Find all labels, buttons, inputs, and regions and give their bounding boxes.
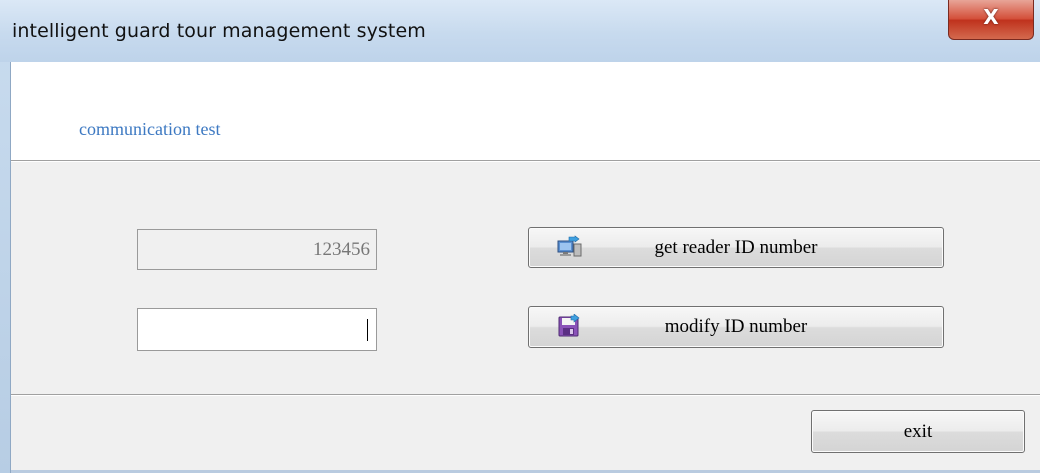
close-icon: X xyxy=(983,5,999,29)
text-caret xyxy=(367,319,368,341)
close-button[interactable]: X xyxy=(948,0,1034,40)
dialog-header: communication test xyxy=(11,62,1040,161)
new-id-input[interactable] xyxy=(137,308,377,351)
app-window: intelligent guard tour management system… xyxy=(0,0,1040,473)
exit-button[interactable]: exit xyxy=(811,410,1025,453)
get-reader-id-label: get reader ID number xyxy=(654,237,818,258)
title-bar[interactable]: intelligent guard tour management system… xyxy=(0,0,1040,62)
dialog-body: communication test 123456 get reader ID … xyxy=(10,62,1040,473)
footer-divider xyxy=(11,394,1040,396)
get-reader-id-button[interactable]: get reader ID number xyxy=(528,227,944,268)
modify-id-button[interactable]: modify ID number xyxy=(528,306,944,348)
section-title: communication test xyxy=(79,119,221,139)
modify-id-label: modify ID number xyxy=(664,316,808,337)
save-disk-icon xyxy=(558,314,580,337)
computer-transfer-icon xyxy=(557,235,582,257)
window-title: intelligent guard tour management system xyxy=(12,20,426,42)
reader-id-display: 123456 xyxy=(137,229,377,270)
exit-label: exit xyxy=(903,421,933,442)
